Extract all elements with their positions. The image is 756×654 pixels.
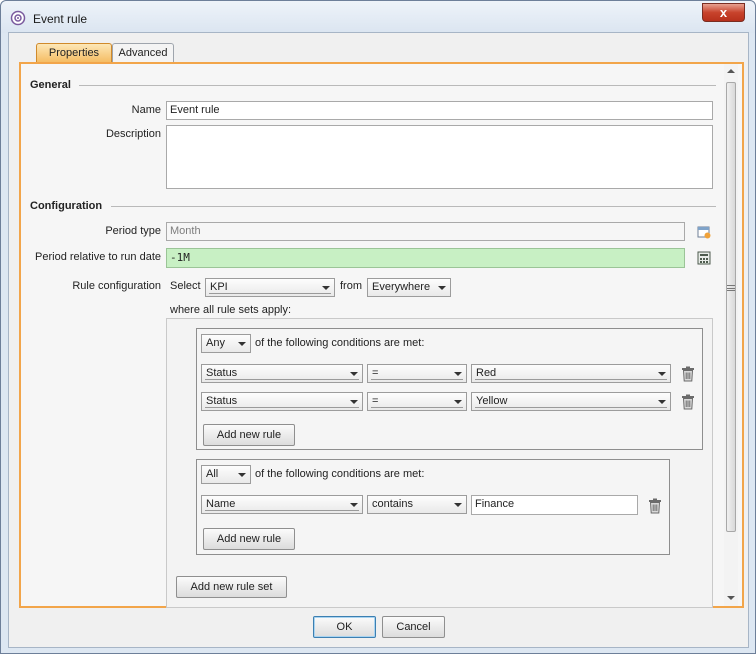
rule-operator-dropdown[interactable]: =: [367, 364, 467, 383]
rule-configuration-label: Rule configuration: [72, 280, 161, 292]
app-logo-icon: [10, 10, 26, 26]
chevron-down-icon: [454, 503, 462, 507]
add-new-rule-button[interactable]: Add new rule: [203, 424, 295, 446]
dropdown-underline: [475, 379, 667, 380]
add-new-rule-set-button[interactable]: Add new rule set: [176, 576, 287, 598]
chevron-down-icon: [238, 342, 246, 346]
dropdown-underline: [209, 293, 331, 294]
period-relative-field[interactable]: -1M: [166, 248, 685, 268]
close-icon: x: [719, 5, 728, 20]
from-label: from: [340, 280, 362, 292]
quantifier-dropdown[interactable]: All: [201, 465, 251, 484]
calendar-icon[interactable]: [697, 225, 711, 239]
rule-field-dropdown[interactable]: Name: [201, 495, 363, 514]
dropdown-underline: [205, 510, 359, 511]
period-type-label: Period type: [105, 225, 161, 237]
dropdown-underline: [205, 379, 359, 380]
rule-operator-value: =: [372, 367, 379, 379]
chevron-down-icon: [238, 473, 246, 477]
select-value: KPI: [210, 281, 228, 293]
quantifier-value: All: [206, 468, 219, 480]
dropdown-underline: [205, 407, 359, 408]
rule-set-2: All of the following conditions are met:…: [196, 459, 670, 555]
tab-label: Properties: [48, 47, 100, 59]
rule-field-value: Status: [206, 395, 238, 407]
general-divider: [79, 85, 716, 86]
general-section-label: General: [30, 79, 71, 91]
rule-value-input[interactable]: Finance: [471, 495, 638, 515]
dropdown-underline: [371, 379, 463, 380]
chevron-down-icon: [454, 400, 462, 404]
quantifier-value: Any: [206, 337, 225, 349]
dropdown-underline: [475, 407, 667, 408]
rule-operator-dropdown[interactable]: =: [367, 392, 467, 411]
select-label: Select: [170, 280, 201, 292]
quantifier-dropdown[interactable]: Any: [201, 334, 251, 353]
rule-field-value: Name: [206, 498, 236, 510]
period-type-field: Month: [166, 222, 685, 241]
rule-set-1: Any of the following conditions are met:…: [196, 328, 703, 450]
condition-text: of the following conditions are met:: [255, 468, 425, 480]
name-label: Name: [131, 104, 161, 116]
scroll-thumb[interactable]: [726, 82, 736, 532]
trash-icon[interactable]: [648, 498, 662, 514]
rule-operator-value: =: [372, 395, 379, 407]
trash-icon[interactable]: [681, 394, 695, 410]
rule-value-dropdown[interactable]: Red: [471, 364, 671, 383]
chevron-down-icon: [454, 372, 462, 376]
close-button[interactable]: x: [702, 3, 745, 22]
rule-value: Yellow: [476, 395, 508, 407]
scroll-down-arrow-icon[interactable]: [727, 596, 735, 600]
rule-field-dropdown[interactable]: Status: [201, 364, 363, 383]
configuration-section-label: Configuration: [30, 200, 103, 212]
rule-operator-dropdown[interactable]: contains: [367, 495, 467, 514]
chevron-down-icon: [350, 503, 358, 507]
trash-icon[interactable]: [681, 366, 695, 382]
chevron-down-icon: [658, 372, 666, 376]
title-bar[interactable]: Event rule x: [1, 1, 755, 33]
tab-properties[interactable]: Properties: [36, 43, 112, 64]
rule-field-dropdown[interactable]: Status: [201, 392, 363, 411]
from-value: Everywhere: [372, 281, 431, 293]
description-field[interactable]: [166, 125, 713, 189]
cancel-button[interactable]: Cancel: [382, 616, 445, 638]
rule-value: Red: [476, 367, 497, 379]
add-new-rule-button[interactable]: Add new rule: [203, 528, 295, 550]
description-label: Description: [105, 128, 161, 140]
name-field[interactable]: Event rule: [166, 101, 713, 120]
select-kpi-dropdown[interactable]: KPI: [205, 278, 335, 297]
scroll-up-arrow-icon[interactable]: [727, 69, 735, 73]
vertical-scrollbar[interactable]: [724, 64, 738, 606]
chevron-down-icon: [350, 372, 358, 376]
chevron-down-icon: [322, 286, 330, 290]
period-relative-label: Period relative to run date: [35, 251, 161, 263]
tab-advanced[interactable]: Advanced: [112, 43, 174, 63]
tab-label: Advanced: [118, 47, 168, 59]
properties-panel: General Name Event rule Description Conf…: [19, 62, 744, 608]
ok-button[interactable]: OK: [313, 616, 376, 638]
rule-value-dropdown[interactable]: Yellow: [471, 392, 671, 411]
dialog-client: Properties Advanced General Name Event r…: [8, 32, 749, 648]
rule-operator-value: contains: [372, 498, 413, 510]
scroll-grip-icon: [727, 285, 735, 291]
rule-field-value: Status: [206, 367, 238, 379]
condition-text: of the following conditions are met:: [255, 337, 425, 349]
rule-sets-container: Any of the following conditions are met:…: [166, 318, 713, 608]
where-label: where all rule sets apply:: [170, 304, 292, 316]
dialog-window: Event rule x Properties Advanced General…: [0, 0, 756, 654]
chevron-down-icon: [658, 400, 666, 404]
from-dropdown[interactable]: Everywhere: [367, 278, 451, 297]
chevron-down-icon: [438, 286, 446, 290]
dropdown-underline: [371, 407, 463, 408]
chevron-down-icon: [350, 400, 358, 404]
calculator-icon[interactable]: [697, 251, 711, 265]
configuration-divider: [111, 206, 716, 207]
window-title: Event rule: [33, 12, 88, 26]
